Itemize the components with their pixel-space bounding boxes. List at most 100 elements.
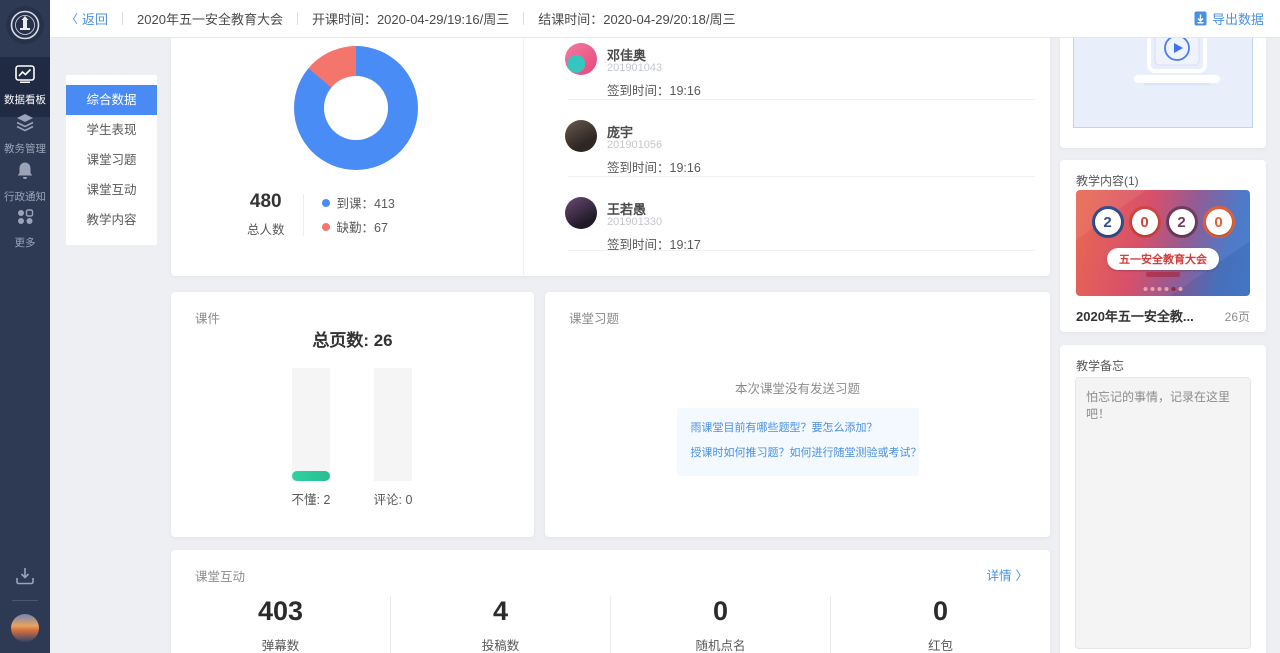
chart-icon [15,65,35,83]
section-menu: 综合数据 学生表现 课堂习题 课堂互动 教学内容 [66,75,157,245]
detail-label: 详情 [986,565,1011,584]
student-signin-time: 签到时间：19:16 [607,80,701,99]
courseware-title: 课件 [195,308,220,327]
header-divider [523,12,524,25]
teaching-memo-card: 教学备忘 [1060,345,1266,653]
row-divider [568,176,1035,177]
stat-random-call: 0 随机点名 [610,596,830,653]
legend-absent: 缺勤：67 [322,217,395,236]
memo-title: 教学备忘 [1076,357,1124,374]
card-vertical-divider [523,38,524,276]
grid-icon [16,208,34,226]
sidebar-item-notice[interactable]: 行政通知 [0,161,50,204]
content-item-name: 2020年五一安全教... [1076,306,1194,325]
user-avatar[interactable] [11,614,39,642]
stat-value: 4 [391,596,610,627]
bar-fill-unclear [292,471,330,481]
university-logo-icon [10,10,40,40]
stat-submissions: 4 投稿数 [390,596,610,653]
courseware-thumbnail[interactable]: 2 0 2 0 五一安全教育大会 [1076,190,1250,296]
export-label: 导出数据 [1212,9,1264,28]
sidebar-item-label: 数据看板 [0,92,50,107]
chevron-left-icon: 〈 [66,10,78,27]
donut-hole [324,76,388,140]
back-button[interactable]: 〈 返回 [66,9,108,28]
student-id: 201901056 [607,139,662,151]
stat-value: 0 [611,596,830,627]
rain-classroom-dashboard: 数据看板 教务管理 行政通知 更多 [0,0,1280,653]
year-digit: 0 [1132,209,1158,235]
export-file-icon [1194,11,1207,26]
row-divider [568,250,1035,251]
bar-track-comments [374,368,412,481]
menu-item-students[interactable]: 学生表现 [66,115,157,145]
thumb-banner: 五一安全教育大会 [1107,248,1219,270]
student-id: 201901330 [607,216,662,228]
stat-red-packet: 0 红包 [830,596,1050,653]
total-label: 总人数 [247,219,285,238]
legend-dot-present [322,199,330,207]
lesson-start-time: 开课时间：2020-04-29/19:16/周三 [312,9,509,28]
exercise-card: 课堂习题 本次课堂没有发送习题 雨课堂目前有哪些题型？要怎么添加？ 授课时如何推… [545,292,1050,537]
interaction-detail-link[interactable]: 详情 〉 [986,565,1028,584]
student-avatar [565,197,597,229]
sidebar-item-label: 行政通知 [0,189,50,204]
chevron-right-icon: 〉 [1015,565,1028,584]
sidebar-item-academic[interactable]: 教务管理 [0,113,50,156]
attendance-card: 480 总人数 到课：413 缺勤：67 邓佳奥 201901043 签到时间：… [171,38,1050,276]
student-avatar [565,43,597,75]
menu-item-overview[interactable]: 综合数据 [66,85,157,115]
stat-label: 弹幕数 [171,635,390,653]
exercise-tips: 雨课堂目前有哪些题型？要怎么添加？ 授课时如何推习题？如何进行随堂测验或考试？ [677,408,919,476]
stats-divider [303,194,304,236]
menu-item-content[interactable]: 教学内容 [66,205,157,235]
sidebar-item-more[interactable]: 更多 [0,208,50,250]
lesson-end-time: 结课时间：2020-04-29/20:18/周三 [538,9,735,28]
sidebar-divider [12,600,38,601]
stat-label: 红包 [831,635,1050,653]
interaction-stats: 403 弹幕数 4 投稿数 0 随机点名 0 红包 [171,596,1050,653]
legend-present-text: 到课：413 [337,193,395,212]
year-digit: 0 [1206,209,1232,235]
exercise-title: 课堂习题 [569,308,619,327]
sidebar-item-label: 更多 [0,235,50,250]
student-avatar [565,120,597,152]
thumb-year-digits: 2 0 2 0 [1076,206,1250,238]
laptop-icon [1122,38,1232,89]
interaction-title: 课堂互动 [195,566,245,585]
header-divider [297,12,298,25]
memo-input[interactable] [1075,377,1251,649]
content-item-pages: 26页 [1225,308,1250,325]
help-link-push-exercises[interactable]: 授课时如何推习题？如何进行随堂测验或考试？ [691,441,919,466]
layers-icon [15,113,35,132]
stat-label: 随机点名 [611,635,830,653]
stat-label: 投稿数 [391,635,610,653]
laptop-play-illustration [1122,38,1232,94]
playback-panel[interactable] [1073,38,1253,128]
content-item-row[interactable]: 2020年五一安全教... 26页 [1076,306,1250,325]
student-id: 201901043 [607,62,662,74]
export-data-button[interactable]: 导出数据 [1194,9,1264,28]
stat-danmaku: 403 弹幕数 [171,596,390,653]
sidebar-item-label: 教务管理 [0,141,50,156]
teaching-content-title: 教学内容(1) [1076,172,1139,189]
thumb-subtext-decor [1146,272,1180,277]
university-logo[interactable] [6,6,44,44]
student-signin-time: 签到时间：19:16 [607,157,701,176]
download-button[interactable] [0,566,50,590]
menu-item-exercises[interactable]: 课堂习题 [66,145,157,175]
help-link-question-types[interactable]: 雨课堂目前有哪些题型？要怎么添加？ [691,416,919,441]
year-digit: 2 [1095,209,1121,235]
stat-value: 403 [171,596,390,627]
exercise-empty-text: 本次课堂没有发送习题 [545,378,1050,397]
menu-item-interaction[interactable]: 课堂互动 [66,175,157,205]
stat-value: 0 [831,596,1050,627]
bar-label-comments: 评论: 0 [343,489,443,508]
bell-icon [16,161,34,180]
sidebar-item-dashboard[interactable]: 数据看板 [0,57,50,117]
thumb-pagination-dots [1144,287,1183,291]
playback-card [1060,38,1266,148]
legend-present: 到课：413 [322,193,395,212]
top-header: 〈 返回 2020年五一安全教育大会 开课时间：2020-04-29/19:16… [50,0,1280,38]
attendance-stats: 480 总人数 到课：413 缺勤：67 [247,188,395,241]
